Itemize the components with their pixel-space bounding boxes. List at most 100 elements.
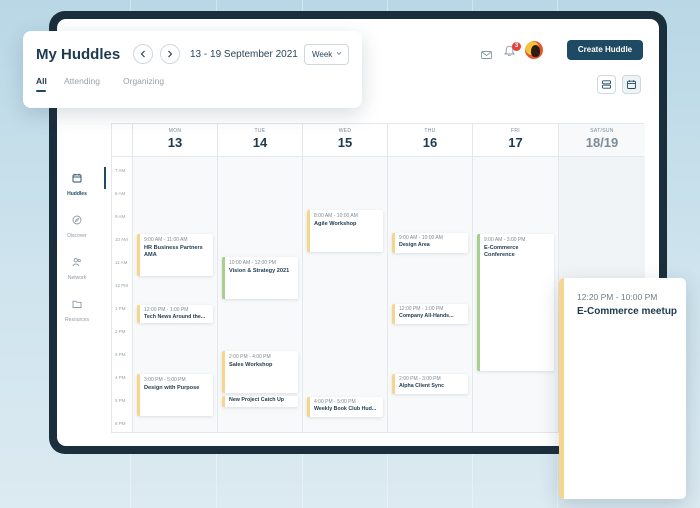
event-title: Design with Purpose bbox=[144, 385, 200, 391]
people-icon bbox=[72, 258, 81, 267]
huddles-header-card: My Huddles 13 - 19 September 2021 Week A… bbox=[23, 31, 362, 108]
event-card[interactable]: 9:00 AM - 10:00 AM Design Area bbox=[392, 233, 468, 253]
day-header-mon[interactable]: MON 13 bbox=[132, 124, 217, 156]
hour-label: 11 AM bbox=[115, 260, 128, 265]
previous-week-button[interactable] bbox=[133, 44, 153, 64]
event-title: New Project Catch Up bbox=[229, 397, 285, 403]
day-number: 15 bbox=[337, 135, 353, 150]
nav-item-resources[interactable]: Resources bbox=[57, 296, 97, 323]
event-card[interactable]: New Project Catch Up bbox=[222, 396, 298, 407]
event-time: 9:00 AM - 3:00 PM bbox=[484, 237, 526, 243]
event-time: 9:00 AM - 11:00 AM bbox=[144, 237, 188, 243]
event-card[interactable]: 10:00 AM - 12:00 PM Vision & Strategy 20… bbox=[222, 257, 298, 299]
event-card[interactable]: 9:00 AM - 3:00 PM E-Commerce Conference bbox=[477, 234, 554, 371]
event-time: 12:00 PM - 1:00 PM bbox=[144, 307, 189, 313]
event-title: HR Business Partners AMA bbox=[144, 245, 203, 259]
event-title: Vision & Strategy 2021 bbox=[229, 268, 290, 274]
nav-item-network[interactable]: Network bbox=[57, 254, 97, 281]
hour-label: 1 PM bbox=[115, 306, 126, 311]
event-title: Agile Workshop bbox=[314, 221, 357, 227]
event-title: Design Area bbox=[399, 242, 430, 248]
nav-active-indicator bbox=[104, 167, 106, 189]
page-title: My Huddles bbox=[36, 46, 121, 63]
event-time: 10:00 AM - 12:00 PM bbox=[229, 260, 276, 266]
hour-label: 7 AM bbox=[115, 168, 126, 173]
day-header-wed[interactable]: WED 15 bbox=[302, 124, 387, 156]
event-title: E-Commerce Conference bbox=[484, 245, 519, 259]
event-title: Sales Workshop bbox=[229, 362, 273, 368]
event-detail-card[interactable]: 12:20 PM - 10:00 PM E-Commerce meetup bbox=[559, 278, 686, 499]
day-name: FRI bbox=[511, 128, 520, 134]
day-header-fri[interactable]: FRI 17 bbox=[472, 124, 558, 156]
event-title: Alpha Client Sync bbox=[399, 383, 445, 389]
day-name: THU bbox=[424, 128, 436, 134]
compass-icon bbox=[72, 215, 82, 225]
list-view-button[interactable] bbox=[597, 75, 616, 94]
active-tab-underline bbox=[36, 90, 46, 92]
day-name: SAT/SUN bbox=[590, 128, 614, 134]
event-card[interactable]: 3:00 PM - 5:00 PM Design with Purpose bbox=[137, 374, 213, 416]
day-number: 18/19 bbox=[585, 135, 619, 150]
view-range-select[interactable]: Week bbox=[304, 44, 349, 65]
event-card[interactable]: 12:00 PM - 1:00 PM Tech News Around the.… bbox=[137, 305, 213, 323]
event-title: Tech News Around the... bbox=[144, 314, 206, 320]
day-name: MON bbox=[168, 128, 182, 134]
nav-label: Discover bbox=[67, 233, 87, 239]
day-header-thu[interactable]: THU 16 bbox=[387, 124, 472, 156]
list-view-icon bbox=[602, 80, 611, 89]
hour-label: 3 PM bbox=[115, 352, 126, 357]
event-card[interactable]: 8:00 AM - 10:00 AM Agile Workshop bbox=[307, 210, 383, 252]
event-detail-time: 12:20 PM - 10:00 PM bbox=[577, 292, 658, 302]
day-number: 14 bbox=[252, 135, 268, 150]
day-number: 13 bbox=[167, 135, 183, 150]
notification-count-badge: 3 bbox=[512, 42, 521, 51]
calendar-view-button[interactable] bbox=[622, 75, 641, 94]
chevron-right-icon bbox=[168, 50, 173, 58]
chevron-left-icon bbox=[140, 50, 145, 58]
nav-label: Resources bbox=[65, 317, 89, 323]
calendar-view-icon bbox=[627, 80, 636, 89]
event-card[interactable]: 12:00 PM - 1:00 PM Company All-Hands... bbox=[392, 304, 468, 324]
hour-label: 12 PM bbox=[115, 283, 129, 288]
tab-organizing[interactable]: Organizing bbox=[123, 76, 164, 86]
event-time: 2:00 PM - 3:00 PM bbox=[399, 376, 441, 382]
nav-item-huddles[interactable]: Huddles bbox=[57, 170, 97, 197]
day-header-tue[interactable]: TUE 14 bbox=[217, 124, 302, 156]
nav-item-discover[interactable]: Discover bbox=[57, 212, 97, 239]
day-column-wed[interactable] bbox=[302, 124, 387, 432]
day-number: 16 bbox=[422, 135, 438, 150]
nav-label: Huddles bbox=[67, 191, 87, 197]
tab-all[interactable]: All bbox=[36, 76, 47, 86]
chevron-down-icon bbox=[336, 51, 342, 56]
folder-icon bbox=[72, 300, 82, 308]
event-card[interactable]: 2:00 PM - 3:00 PM Alpha Client Sync bbox=[392, 374, 468, 394]
day-name: TUE bbox=[254, 128, 266, 134]
mail-icon[interactable] bbox=[481, 46, 492, 64]
next-week-button[interactable] bbox=[160, 44, 180, 64]
hour-label: 8 AM bbox=[115, 191, 126, 196]
event-time: 4:00 PM - 5:00 PM bbox=[314, 399, 356, 405]
day-header-weekend[interactable]: SAT/SUN 18/19 bbox=[558, 124, 645, 156]
event-card[interactable]: 2:00 PM - 4:00 PM Sales Workshop bbox=[222, 351, 298, 393]
hour-label: 10 AM bbox=[115, 237, 128, 242]
event-card[interactable]: 4:00 PM - 5:00 PM Weekly Book Club Hud..… bbox=[307, 397, 383, 417]
event-title: Company All-Hands... bbox=[399, 313, 454, 319]
event-time: 9:00 AM - 10:00 AM bbox=[399, 235, 443, 241]
event-time: 12:00 PM - 1:00 PM bbox=[399, 306, 444, 312]
day-name: WED bbox=[338, 128, 352, 134]
view-range-value: Week bbox=[312, 50, 333, 59]
notification-bell-icon[interactable]: 3 bbox=[504, 42, 521, 62]
hour-label: 2 PM bbox=[115, 329, 126, 334]
nav-label: Network bbox=[67, 275, 87, 281]
tab-attending[interactable]: Attending bbox=[64, 76, 100, 86]
event-time: 3:00 PM - 5:00 PM bbox=[144, 377, 186, 383]
event-title: Weekly Book Club Hud... bbox=[314, 406, 377, 412]
event-time: 8:00 AM - 10:00 AM bbox=[314, 213, 358, 219]
create-huddle-button[interactable]: Create Huddle bbox=[567, 40, 643, 60]
event-card[interactable]: 9:00 AM - 11:00 AM HR Business Partners … bbox=[137, 234, 213, 276]
calendar-header: MON 13 TUE 14 WED 15 THU 16 FRI 17 SAT/S… bbox=[112, 124, 645, 157]
hour-label: 6 PM bbox=[115, 421, 126, 426]
hour-label: 9 AM bbox=[115, 214, 126, 219]
calendar-icon bbox=[72, 173, 82, 183]
user-avatar[interactable] bbox=[525, 41, 543, 59]
